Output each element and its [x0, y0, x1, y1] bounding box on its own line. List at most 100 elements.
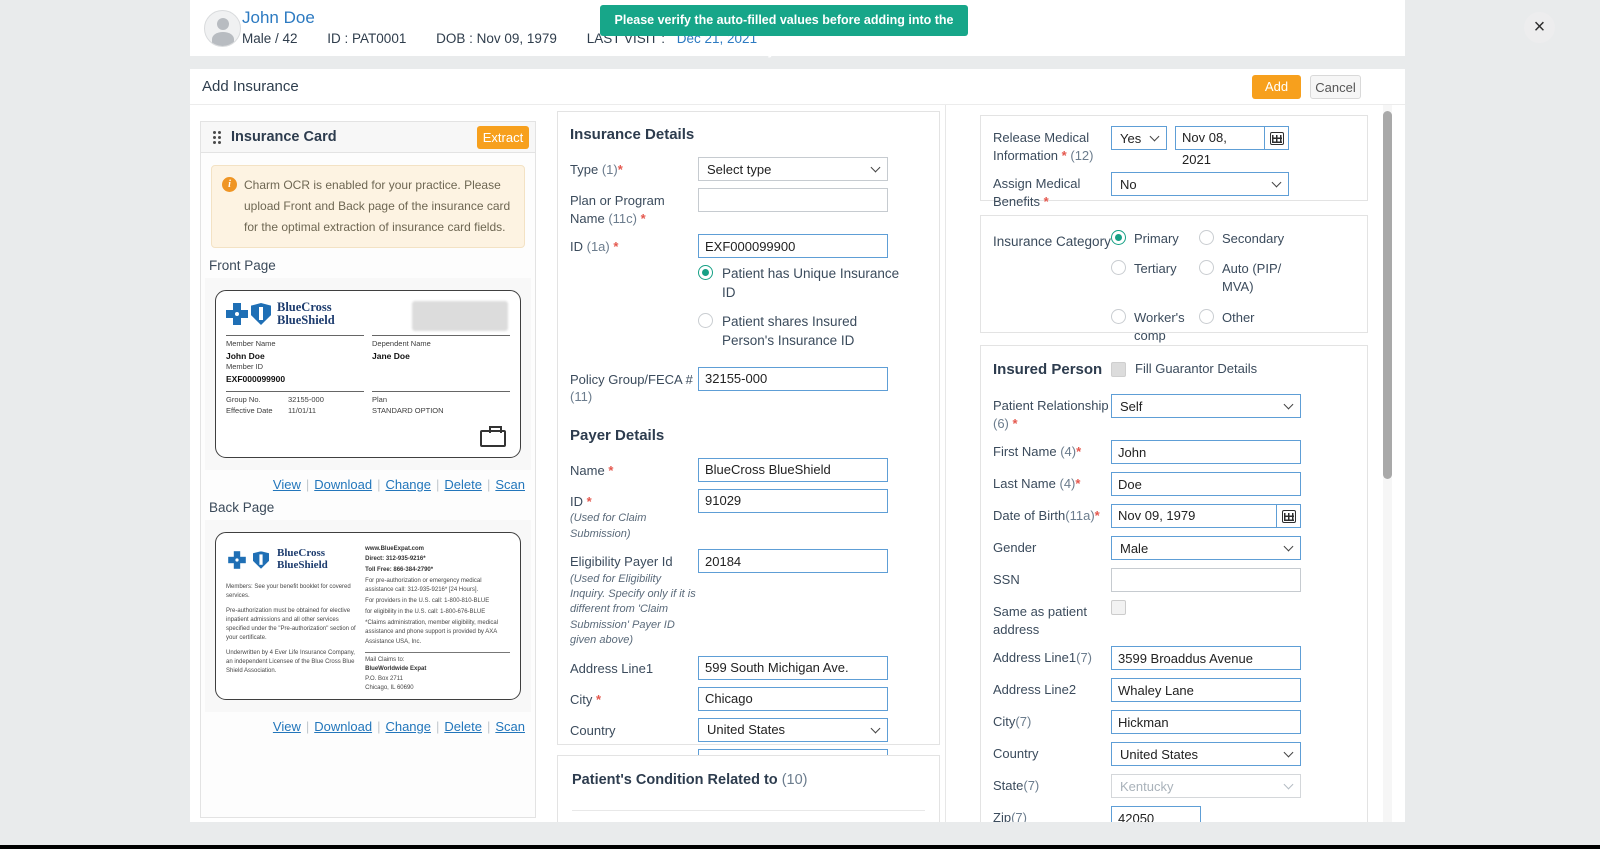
front-download-link[interactable]: Download: [314, 477, 372, 492]
back-card-links: View|Download|Change|Delete|Scan: [201, 719, 525, 734]
add-button[interactable]: Add: [1252, 75, 1301, 99]
back-card-image[interactable]: BlueCross BlueShield Members: See your b…: [205, 520, 531, 712]
back-left-para3: Underwritten by 4 Ever Life Insurance Co…: [226, 649, 359, 677]
gender-select[interactable]: Male: [1111, 536, 1301, 560]
type-select[interactable]: Select type: [698, 157, 888, 181]
radio-category-auto[interactable]: [1199, 260, 1214, 275]
front-scan-link[interactable]: Scan: [495, 477, 525, 492]
release-date-value[interactable]: Nov 08, 2021: [1175, 126, 1265, 150]
insured-city-label: City(7): [993, 710, 1111, 734]
modal-content: Insurance Card Extract i Charm OCR is en…: [190, 105, 1405, 822]
radio-category-primary[interactable]: [1111, 230, 1126, 245]
back-card: BlueCross BlueShield Members: See your b…: [215, 532, 521, 700]
insurance-details-panel: Insurance Details Type (1)* Select type …: [557, 111, 940, 745]
insurance-id-input[interactable]: [698, 234, 888, 258]
radio-category-auto-label: Auto (PIP/ MVA): [1222, 260, 1292, 296]
patient-demographics: Male / 42: [242, 31, 298, 46]
patient-relationship-label: Patient Relationship (6) *: [993, 394, 1111, 432]
patient-dob: DOB : Nov 09, 1979: [436, 31, 557, 46]
back-left-para2: Pre-authorization must be obtained for e…: [226, 607, 359, 644]
close-icon[interactable]: ×: [1524, 12, 1555, 43]
radio-category-tertiary[interactable]: [1111, 260, 1126, 275]
scrollbar-thumb[interactable]: [1383, 111, 1392, 479]
mail-claims-label: Mail Claims to:: [365, 656, 510, 665]
blueshield-icon-back: [253, 551, 269, 569]
insurance-id-label: ID (1a) *: [570, 220, 698, 258]
insured-zip-label: Zip(7): [993, 806, 1111, 822]
insured-country-select[interactable]: United States: [1111, 742, 1301, 766]
assign-benefits-select[interactable]: No: [1111, 172, 1289, 196]
insured-address2-input[interactable]: [1111, 678, 1301, 702]
release-medical-select[interactable]: Yes: [1111, 126, 1167, 150]
policy-group-input[interactable]: [698, 367, 888, 391]
front-delete-link[interactable]: Delete: [444, 477, 482, 492]
radio-category-workers-comp[interactable]: [1111, 309, 1126, 324]
first-name-label: First Name (4)*: [993, 440, 1111, 464]
front-card-image[interactable]: BlueCross BlueShield Member Name John Do…: [205, 278, 531, 470]
back-page-label: Back Page: [209, 500, 535, 515]
extract-button[interactable]: Extract: [477, 126, 529, 149]
ocr-note-text: Charm OCR is enabled for your practice. …: [244, 178, 510, 234]
radio-category-workers-comp-label: Worker's comp: [1134, 309, 1194, 345]
radio-category-other[interactable]: [1199, 309, 1214, 324]
patient-name[interactable]: John Doe: [242, 8, 315, 28]
insured-city-input[interactable]: [1111, 710, 1301, 734]
insured-state-select[interactable]: Kentucky: [1111, 774, 1301, 798]
back-direct: Direct: 312-935-9216*: [365, 555, 510, 564]
insurance-card-title: Insurance Card: [231, 129, 337, 145]
insured-person-title: Insured Person: [993, 361, 1111, 378]
payer-country-select[interactable]: United States: [698, 718, 888, 742]
front-card: BlueCross BlueShield Member Name John Do…: [215, 290, 521, 458]
insured-zip-input[interactable]: [1111, 806, 1201, 822]
payer-address1-input[interactable]: [698, 656, 888, 680]
back-view-link[interactable]: View: [273, 719, 301, 734]
back-delete-link[interactable]: Delete: [444, 719, 482, 734]
bottom-bar: [0, 845, 1600, 849]
effective-date-value: 11/01/11: [288, 406, 350, 417]
front-view-link[interactable]: View: [273, 477, 301, 492]
ssn-input[interactable]: [1111, 568, 1301, 592]
calendar-icon[interactable]: [1265, 126, 1289, 150]
bluecross-icon-back: [228, 551, 246, 569]
mail-line1: BlueWorldwide Expat: [365, 665, 510, 674]
back-scan-link[interactable]: Scan: [495, 719, 525, 734]
drag-handle-icon[interactable]: [213, 131, 216, 134]
mail-line3: Chicago, IL 60690: [365, 684, 510, 693]
back-change-link[interactable]: Change: [385, 719, 431, 734]
insurance-category-label: Insurance Category: [993, 230, 1111, 345]
fill-guarantor-checkbox[interactable]: [1111, 362, 1126, 377]
back-providers: For providers in the U.S. call: 1-800-81…: [365, 597, 510, 606]
back-tollfree: Toll Free: 866-384-2790*: [365, 566, 510, 575]
info-icon: i: [222, 177, 237, 192]
same-address-checkbox[interactable]: [1111, 600, 1126, 615]
radio-unique-insurance-id[interactable]: [698, 265, 713, 280]
patient-relationship-select[interactable]: Self: [1111, 394, 1301, 418]
group-no-value: 32155-000: [288, 395, 350, 406]
bluecross-icon: [226, 303, 248, 325]
dob-field[interactable]: Nov 09, 1979: [1111, 504, 1301, 528]
back-download-link[interactable]: Download: [314, 719, 372, 734]
payer-id-input[interactable]: [698, 489, 888, 513]
plan-program-input[interactable]: [698, 188, 888, 212]
brand-line2: BlueShield: [277, 314, 335, 327]
payer-city-input[interactable]: [698, 687, 888, 711]
eligibility-payer-id-input[interactable]: [698, 549, 888, 573]
radio-category-primary-label: Primary: [1134, 230, 1179, 248]
last-name-input[interactable]: [1111, 472, 1301, 496]
dob-value[interactable]: Nov 09, 1979: [1111, 504, 1277, 528]
back-url: www.BlueExpat.com: [365, 545, 510, 554]
member-name-label: Member Name: [226, 339, 356, 350]
radio-category-secondary[interactable]: [1199, 230, 1214, 245]
first-name-input[interactable]: [1111, 440, 1301, 464]
cancel-button[interactable]: Cancel: [1310, 75, 1361, 99]
release-date-field[interactable]: Nov 08, 2021: [1175, 126, 1289, 164]
verify-toast: Please verify the auto-filled values bef…: [600, 5, 968, 36]
same-address-label: Same as patient address: [993, 600, 1111, 638]
insured-address1-input[interactable]: [1111, 646, 1301, 670]
divider: [572, 810, 925, 811]
radio-shares-insurance-id[interactable]: [698, 313, 713, 328]
action-bar: Add Insurance Add Cancel: [190, 69, 1405, 105]
calendar-icon[interactable]: [1277, 504, 1301, 528]
front-change-link[interactable]: Change: [385, 477, 431, 492]
payer-name-input[interactable]: [698, 458, 888, 482]
